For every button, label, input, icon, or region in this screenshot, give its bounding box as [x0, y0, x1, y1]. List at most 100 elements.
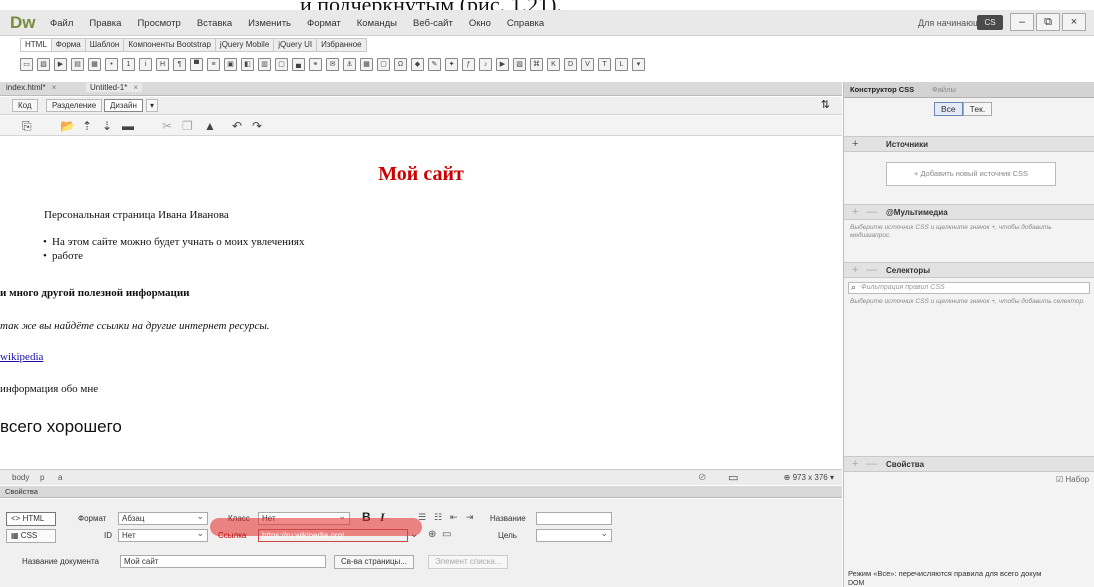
wikipedia-link[interactable]: wikipedia [0, 351, 43, 363]
design-view[interactable]: Мой сайт Персональная страница Ивана Ива… [0, 137, 842, 469]
tab-index-html[interactable]: index.html* × [2, 83, 60, 92]
canvas-icon[interactable]: ▧ [513, 57, 526, 71]
unordered-list-icon[interactable]: • [105, 57, 118, 71]
tab-favorites[interactable]: Избранное [316, 38, 367, 52]
iframe-icon[interactable]: ▢ [377, 57, 390, 71]
redo-icon[interactable]: ↷ [252, 119, 262, 133]
get-icon[interactable]: ⇡ [82, 119, 92, 133]
add-icon[interactable]: + [852, 458, 858, 470]
check-icon[interactable]: ⊘ [698, 472, 706, 483]
video-icon[interactable]: ▶ [496, 57, 509, 71]
target-select[interactable] [536, 529, 612, 542]
add-icon[interactable]: + [852, 138, 858, 150]
tab-files[interactable]: Файлы [932, 85, 956, 94]
add-icon[interactable]: + [852, 206, 858, 218]
section-icon[interactable]: ▢ [275, 57, 288, 71]
intro-paragraph[interactable]: Персональная страница Ивана Иванова [44, 209, 229, 221]
list-item[interactable]: работе [43, 250, 83, 262]
table-icon[interactable]: ▦ [88, 57, 101, 71]
document-title-field[interactable]: Мой сайт [120, 555, 326, 568]
menu-file[interactable]: Файл [42, 18, 81, 29]
tab-form[interactable]: Форма [50, 38, 85, 52]
viewport-icon[interactable]: V [581, 57, 594, 71]
show-set-checkbox[interactable]: ☑ Набор [1056, 475, 1089, 484]
tab-untitled[interactable]: Untitled-1* × [86, 83, 143, 92]
tab-template[interactable]: Шаблон [84, 38, 124, 52]
tab-css-designer[interactable]: Конструктор CSS [850, 85, 914, 94]
main-icon[interactable]: ▣ [224, 57, 237, 71]
div-icon[interactable]: ▭ [20, 57, 33, 71]
css-mode-button[interactable]: ▦ CSS [6, 529, 56, 543]
new-document-icon[interactable]: ⎘ [22, 119, 32, 134]
close-icon[interactable]: × [133, 83, 138, 92]
flash-icon[interactable]: ƒ [462, 57, 475, 71]
keywords-icon[interactable]: K [547, 57, 560, 71]
footer-icon[interactable]: ▄ [292, 57, 305, 71]
outdent-icon[interactable]: ⇤ [450, 512, 458, 523]
remove-icon[interactable]: — [866, 264, 877, 276]
list-item[interactable]: На этом сайте можно будет учнать о моих … [43, 236, 304, 248]
scope-all-button[interactable]: Все [934, 102, 963, 116]
comment-icon[interactable]: ✎ [428, 57, 441, 71]
design-view-button[interactable]: Дизайн [104, 99, 143, 112]
sources-section-header[interactable]: + Источники [844, 136, 1094, 152]
menu-commands[interactable]: Команды [349, 18, 405, 29]
code-view-button[interactable]: Код [12, 99, 38, 112]
menu-edit[interactable]: Правка [81, 18, 129, 29]
id-select[interactable]: Нет [118, 529, 208, 542]
scope-current-button[interactable]: Тек. [962, 102, 993, 116]
form-icon[interactable]: ▤ [71, 57, 84, 71]
script-icon[interactable]: ◆ [411, 57, 424, 71]
device-icon[interactable]: ▭ [728, 471, 738, 484]
split-view-button[interactable]: Разделение [46, 99, 103, 112]
email-link-icon[interactable]: ✉ [326, 57, 339, 71]
widget-icon[interactable]: ✦ [445, 57, 458, 71]
window-size[interactable]: ⊕ 973 x 376 ▾ [784, 473, 834, 482]
open-icon[interactable]: 📂 [60, 119, 75, 133]
link-field[interactable]: https://ru.wikipedia.org/ [258, 529, 408, 542]
paragraph-icon[interactable]: ¶ [173, 57, 186, 71]
article-icon[interactable]: ▥ [258, 57, 271, 71]
tag-a[interactable]: a [58, 473, 62, 482]
undo-icon[interactable]: ↶ [232, 119, 242, 133]
title-field[interactable] [536, 512, 612, 525]
hyperlink-icon[interactable]: ⚭ [309, 57, 322, 71]
audio-icon[interactable]: ♪ [479, 57, 492, 71]
heading-icon[interactable]: H [156, 57, 169, 71]
view-dropdown-icon[interactable]: ▾ [146, 99, 159, 112]
ordered-list-icon[interactable]: ☷ [434, 512, 442, 523]
save-icon[interactable]: ▬ [122, 119, 134, 133]
put-icon[interactable]: ⇣ [102, 119, 112, 133]
ordered-list-icon[interactable]: 1 [122, 57, 135, 71]
more-icon[interactable]: ▾ [632, 57, 645, 71]
indent-icon[interactable]: ⇥ [466, 512, 474, 523]
list-item-button[interactable]: Элемент списка... [428, 555, 509, 569]
menu-view[interactable]: Просмотр [129, 18, 188, 29]
creative-cloud-badge[interactable]: CS [977, 15, 1003, 30]
header-icon[interactable]: ▀ [190, 57, 203, 71]
anchor-icon[interactable]: ⚓ [343, 57, 356, 71]
selectors-section-header[interactable]: + — Селекторы [844, 262, 1094, 278]
tab-jquery-ui[interactable]: jQuery UI [273, 38, 317, 52]
sort-icon[interactable]: ⇅ [821, 98, 830, 111]
about-paragraph[interactable]: информация обо мне [0, 383, 98, 395]
cut-icon[interactable]: ✂ [162, 119, 172, 133]
remove-icon[interactable]: — [866, 206, 877, 218]
template-icon[interactable]: T [598, 57, 611, 71]
library-icon[interactable]: L [615, 57, 628, 71]
format-select[interactable]: Абзац [118, 512, 208, 525]
add-css-source-button[interactable]: + Добавить новый источник CSS [886, 162, 1056, 186]
italic-paragraph[interactable]: так же вы найдёте ссылки на другие интер… [0, 320, 270, 332]
tab-html[interactable]: HTML [20, 38, 51, 52]
chevron-down-icon[interactable]: ⌄ [410, 529, 418, 540]
close-button[interactable]: × [1062, 13, 1086, 31]
aside-icon[interactable]: ◧ [241, 57, 254, 71]
page-properties-button[interactable]: Св-ва страницы... [334, 555, 414, 569]
add-icon[interactable]: + [852, 264, 858, 276]
site-title[interactable]: Мой сайт [0, 163, 842, 186]
copy-icon[interactable]: ❐ [182, 119, 193, 133]
date-icon[interactable]: ▦ [360, 57, 373, 71]
close-icon[interactable]: × [52, 83, 57, 92]
bold-paragraph[interactable]: и много другой полезной информации [0, 287, 190, 299]
menu-insert[interactable]: Вставка [189, 18, 240, 29]
